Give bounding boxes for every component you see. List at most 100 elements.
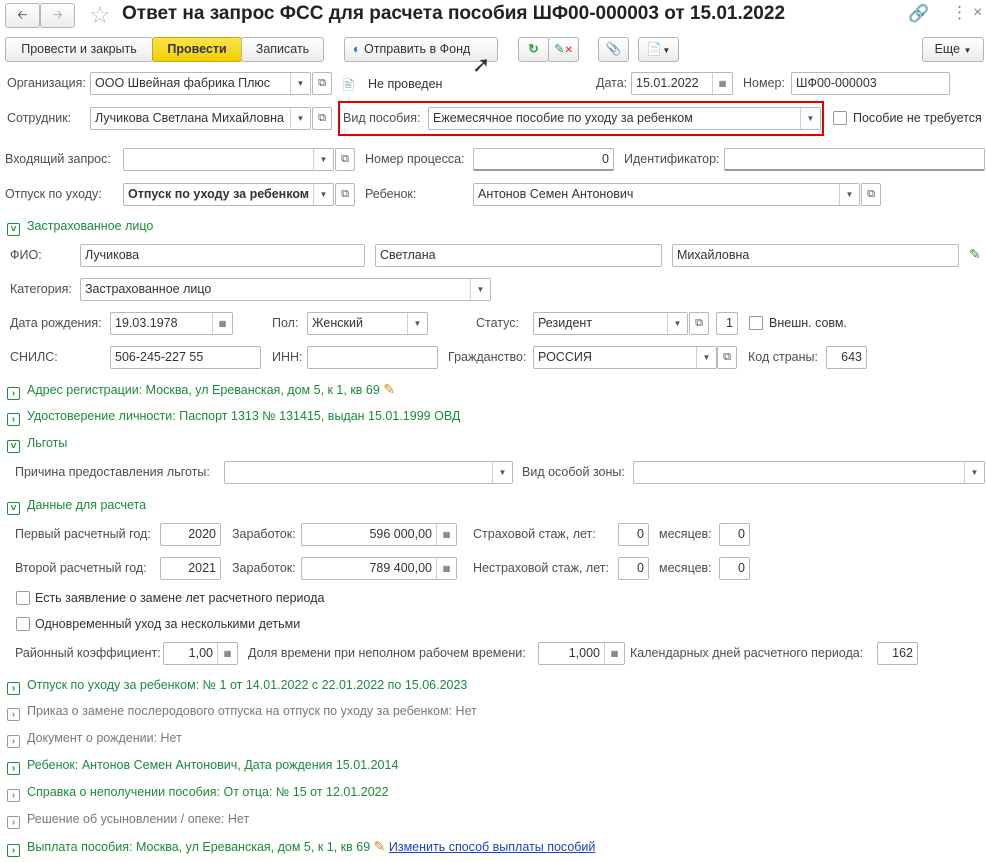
year1-label: Первый расчетный год: (15, 527, 151, 541)
open-incoming-button[interactable]: ⧉ (335, 148, 355, 171)
star-icon[interactable]: ☆ (89, 1, 111, 30)
calendar-icon[interactable]: ▦ (212, 313, 232, 334)
dropdown-icon[interactable]: ▼ (313, 184, 333, 205)
days-field[interactable]: 162 (877, 642, 918, 665)
earn1-field[interactable]: 596 000,00 ▦ (301, 523, 457, 546)
external-part-time-checkbox[interactable] (749, 316, 763, 330)
dropdown-icon[interactable]: ▼ (696, 347, 716, 368)
address-section-toggle[interactable]: › Адрес регистрации: Москва, ул Ереванска… (7, 381, 395, 400)
payment-section-toggle[interactable]: › Выплата пособия: Москва, ул Ереванская,… (7, 838, 595, 857)
ins2-years-field[interactable]: 0 (618, 557, 649, 580)
attach-button[interactable]: 📎 (598, 37, 629, 62)
edit-fio-icon[interactable]: ✎ (969, 246, 981, 263)
save-button[interactable]: Записать (241, 37, 324, 62)
child-field[interactable]: Антонов Семен Антонович ▼ (473, 183, 860, 206)
not-required-checkbox[interactable] (833, 111, 847, 125)
edit-address-icon[interactable]: ✎ (383, 381, 395, 397)
order-section-toggle[interactable]: › Приказ о замене послеродового отпуска н… (7, 703, 477, 721)
dropdown-icon[interactable]: ▼ (290, 108, 310, 129)
refresh-button[interactable]: ↻ (518, 37, 549, 62)
date-field[interactable]: 15.01.2022 ▦ (631, 72, 733, 95)
dropdown-icon[interactable]: ▼ (290, 73, 310, 94)
zone-field[interactable]: ▼ (633, 461, 985, 484)
back-button[interactable]: 🡠 (5, 3, 40, 28)
multiple-children-checkbox[interactable] (16, 617, 30, 631)
more-vertical-icon[interactable]: ⋮ (951, 3, 968, 23)
benefits-section-toggle[interactable]: ˅ Льготы (7, 435, 67, 453)
open-org-button[interactable]: ⧉ (312, 72, 332, 95)
ins1-months-field[interactable]: 0 (719, 523, 750, 546)
first-name-field[interactable]: Светлана (375, 244, 662, 267)
calendar-icon[interactable]: ▦ (712, 73, 732, 94)
post-button[interactable]: Провести (152, 37, 242, 62)
ins2-months-field[interactable]: 0 (719, 557, 750, 580)
change-payment-link[interactable]: Изменить способ выплаты пособий (389, 840, 596, 854)
calculator-icon[interactable]: ▦ (436, 558, 456, 579)
identity-section-toggle[interactable]: › Удостоверение личности: Паспорт 1313 № … (7, 408, 460, 426)
leave-field[interactable]: Отпуск по уходу за ребенком ▼ (123, 183, 334, 206)
year1-field[interactable]: 2020 (160, 523, 221, 546)
calculator-icon[interactable]: ▦ (217, 643, 237, 664)
organization-field[interactable]: ООО Швейная фабрика Плюс ▼ (90, 72, 311, 95)
inn-field[interactable] (307, 346, 438, 369)
identifier-field[interactable] (724, 148, 985, 171)
status-code-field[interactable]: 1 (716, 312, 738, 335)
dropdown-icon[interactable]: ▼ (407, 313, 427, 334)
earn2-label: Заработок: (232, 561, 296, 575)
dropdown-icon[interactable]: ▼ (470, 279, 490, 300)
open-citizenship-button[interactable]: ⧉ (717, 346, 737, 369)
fio-label: ФИО: (10, 248, 42, 262)
dropdown-icon[interactable]: ▼ (313, 149, 333, 170)
citizenship-field[interactable]: РОССИЯ ▼ (533, 346, 717, 369)
open-leave-button[interactable]: ⧉ (335, 183, 355, 206)
dropdown-icon[interactable]: ▼ (964, 462, 984, 483)
year2-value: 2021 (188, 561, 216, 575)
number-field[interactable]: ШФ00-000003 (791, 72, 950, 95)
calculator-icon[interactable]: ▦ (604, 643, 624, 664)
clear-edit-button[interactable]: ✎✕ (548, 37, 579, 62)
snils-field[interactable]: 506-245-227 55 (110, 346, 261, 369)
open-status-button[interactable]: ⧉ (689, 312, 709, 335)
close-icon[interactable]: × (973, 4, 982, 22)
birth-doc-section-toggle[interactable]: › Документ о рождении: Нет (7, 730, 182, 748)
edit-payment-icon[interactable]: ✎ (374, 838, 386, 854)
replace-years-checkbox[interactable] (16, 591, 30, 605)
calc-section-toggle[interactable]: ˅ Данные для расчета (7, 497, 146, 515)
calculator-icon[interactable]: ▦ (436, 524, 456, 545)
open-child-button[interactable]: ⧉ (861, 183, 881, 206)
dropdown-icon[interactable]: ▼ (839, 184, 859, 205)
ins1-years-field[interactable]: 0 (618, 523, 649, 546)
coef-field[interactable]: 1,00 ▦ (163, 642, 238, 665)
employee-field[interactable]: Лучикова Светлана Михайловна ▼ (90, 107, 311, 130)
category-field[interactable]: Застрахованное лицо ▼ (80, 278, 491, 301)
open-employee-button[interactable]: ⧉ (312, 107, 332, 130)
middle-name-field[interactable]: Михайловна (672, 244, 959, 267)
dropdown-icon[interactable]: ▼ (492, 462, 512, 483)
adoption-section-toggle[interactable]: › Решение об усыновлении / опеке: Нет (7, 811, 249, 829)
last-name-field[interactable]: Лучикова (80, 244, 365, 267)
child-section-toggle[interactable]: › Ребенок: Антонов Семен Антонович, Дата … (7, 757, 398, 775)
incoming-request-field[interactable]: ▼ (123, 148, 334, 171)
process-number-field[interactable]: 0 (473, 148, 614, 171)
post-and-close-button[interactable]: Провести и закрыть (5, 37, 153, 62)
forward-button[interactable]: 🡢 (40, 3, 75, 28)
sex-field[interactable]: Женский ▼ (307, 312, 428, 335)
status-field[interactable]: Резидент ▼ (533, 312, 688, 335)
benefit-type-field[interactable]: Ежемесячное пособие по уходу за ребенком… (428, 107, 821, 130)
year2-field[interactable]: 2021 (160, 557, 221, 580)
more-button[interactable]: Еще ▼ (922, 37, 984, 62)
earn2-field[interactable]: 789 400,00 ▦ (301, 557, 457, 580)
certificate-section-toggle[interactable]: › Справка о неполучении пособия: От отца:… (7, 784, 389, 802)
part-time-field[interactable]: 1,000 ▦ (538, 642, 625, 665)
refresh-icon: ↻ (528, 42, 539, 56)
leave-section-toggle[interactable]: › Отпуск по уходу за ребенком: № 1 от 14.… (7, 677, 467, 695)
country-code-field[interactable]: 643 (826, 346, 867, 369)
insured-section-toggle[interactable]: ˅ Застрахованное лицо (7, 218, 153, 236)
dob-field[interactable]: 19.03.1978 ▦ (110, 312, 233, 335)
dropdown-icon[interactable]: ▼ (800, 108, 820, 129)
dropdown-icon[interactable]: ▼ (667, 313, 687, 334)
print-menu-button[interactable]: 📄▼ (638, 37, 679, 62)
reason-field[interactable]: ▼ (224, 461, 513, 484)
link-icon[interactable]: 🔗 (908, 4, 929, 24)
benefit-type-label: Вид пособия: (343, 111, 421, 125)
